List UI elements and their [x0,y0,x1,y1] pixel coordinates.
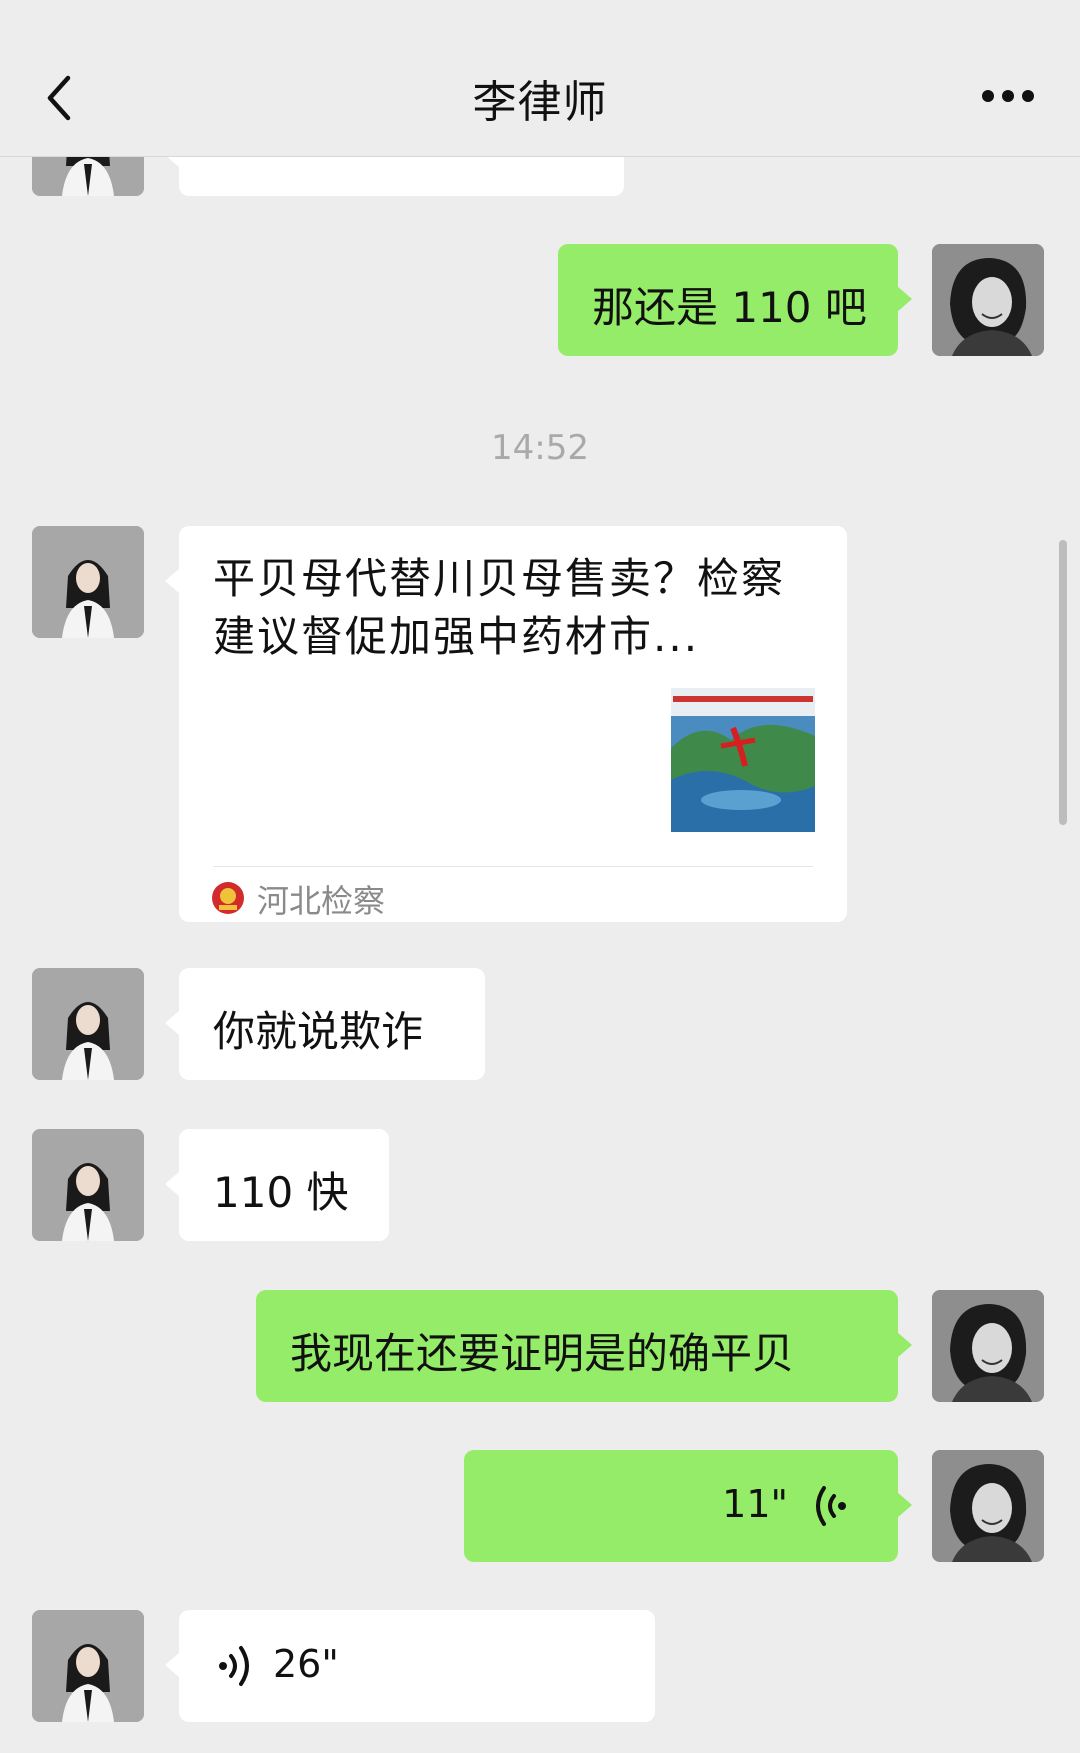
message-text: 你就说欺诈 [213,1007,424,1056]
message-bubble-received[interactable]: 110 快 [165,1129,389,1241]
message-text: 那还是 110 吧 [592,283,867,332]
contact-avatar[interactable] [32,526,144,638]
chat-title: 李律师 [472,77,608,128]
contact-avatar[interactable] [32,1129,144,1241]
link-card-title: 平贝母代替川贝母售卖？检察建议督促加强中药材市... [213,554,786,661]
chat-timestamp: 14:52 [491,428,589,468]
voice-duration: 26" [273,1642,339,1686]
message-bubble-sent[interactable]: 那还是 110 吧 [558,244,912,356]
self-avatar[interactable] [932,1290,1044,1402]
procuratorate-emblem-icon [211,876,245,914]
more-dots-icon [982,90,1034,102]
self-avatar[interactable] [932,1450,1044,1562]
voice-wave-icon [816,1486,846,1526]
voice-message-received[interactable]: 26" [165,1610,655,1722]
link-card-source: 河北检察 [257,882,386,920]
top-nav-bar: 李律师 [0,0,1080,157]
contact-avatar[interactable] [32,968,144,1080]
link-card[interactable]: 平贝母代替川贝母售卖？检察建议督促加强中药材市... 河北检察 [165,526,847,922]
message-text: 110 快 [213,1168,349,1217]
self-avatar[interactable] [932,244,1044,356]
message-text: 我现在还要证明是的确平贝 [290,1329,795,1378]
message-bubble-sent[interactable]: 我现在还要证明是的确平贝 [256,1290,912,1402]
link-card-thumbnail [671,688,815,832]
voice-message-sent[interactable]: 11" [464,1450,912,1562]
voice-wave-icon [219,1646,249,1686]
contact-avatar[interactable] [32,1610,144,1722]
voice-duration: 11" [722,1482,788,1526]
more-options-button[interactable] [980,88,1036,104]
scrollbar[interactable] [1059,540,1067,825]
message-bubble-received[interactable]: 你就说欺诈 [165,968,485,1080]
link-card-divider [213,866,813,867]
